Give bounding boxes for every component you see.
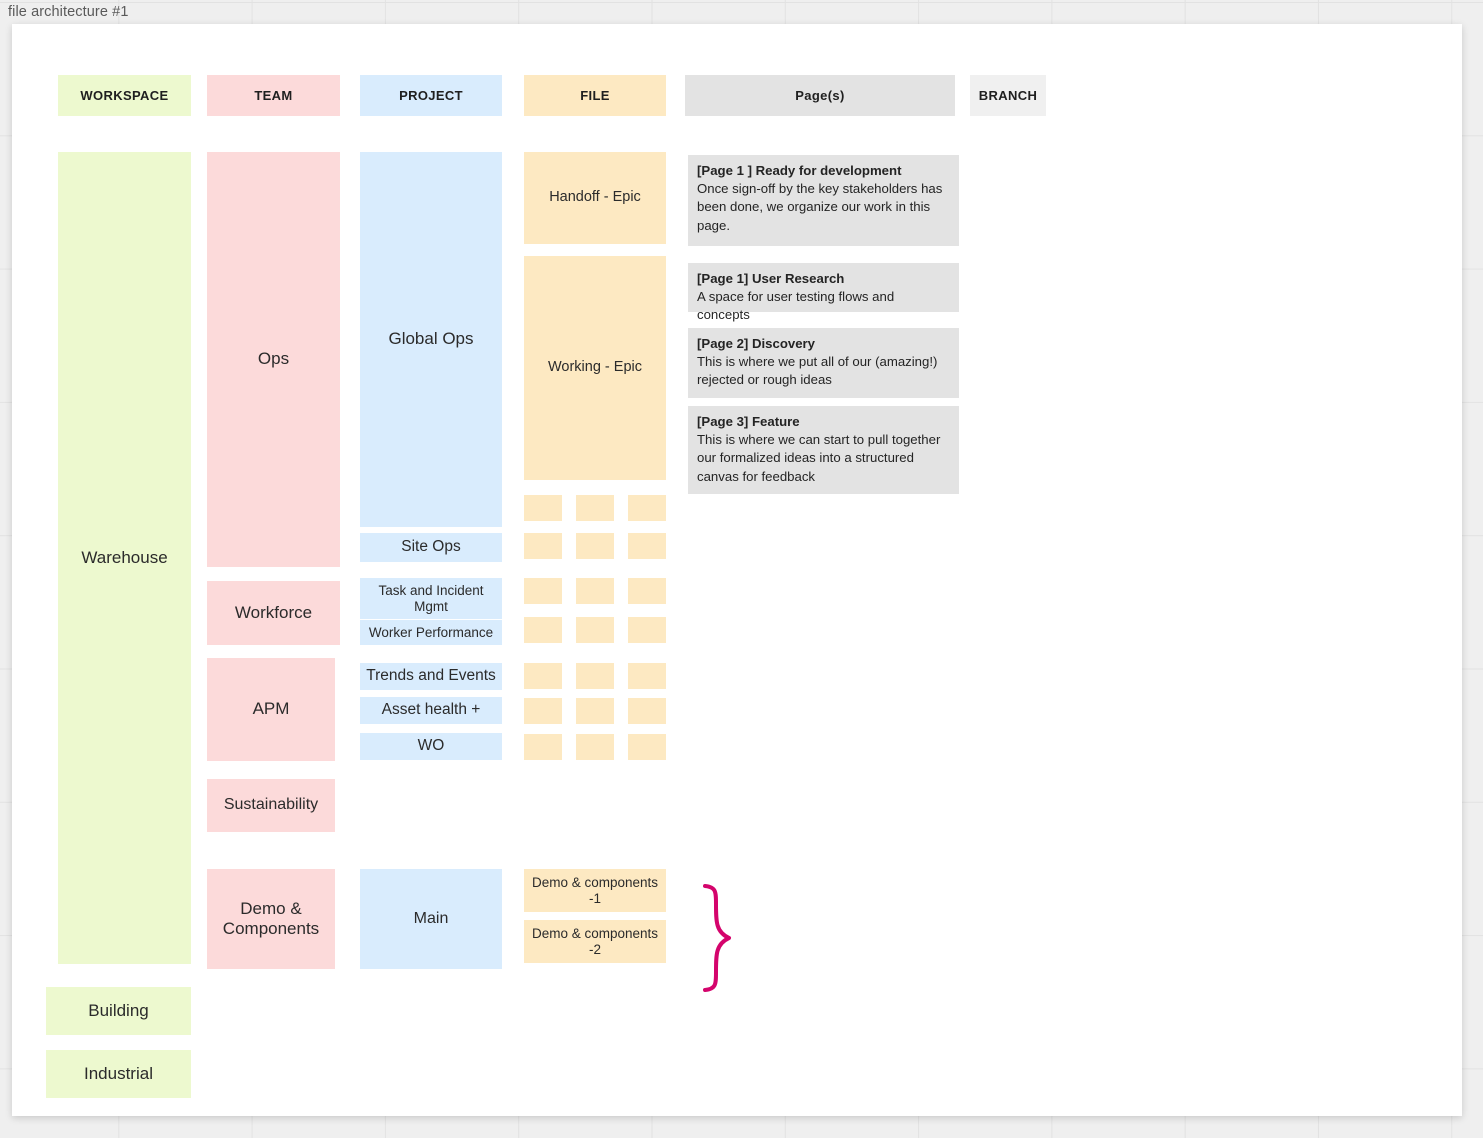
workspace-block-industrial[interactable]: Industrial: [46, 1050, 191, 1098]
workspace-label-warehouse: Warehouse: [81, 547, 168, 567]
page-card-title: [Page 2] Discovery: [697, 336, 816, 351]
column-header-file-label: FILE: [580, 87, 610, 103]
team-block-workforce[interactable]: Workforce: [207, 581, 340, 645]
page-card-feature[interactable]: [Page 3] Feature This is where we can st…: [688, 406, 959, 494]
file-label-working-epic: Working - Epic: [547, 359, 642, 376]
file-block-handoff-epic[interactable]: Handoff - Epic: [524, 152, 666, 244]
page-card-title: [Page 3] Feature: [697, 414, 800, 429]
project-label-global-ops: Global Ops: [388, 329, 474, 349]
column-header-team[interactable]: TEAM: [207, 75, 340, 116]
page-card-body: Once sign-off by the key stakeholders ha…: [697, 181, 943, 233]
workspace-block-building[interactable]: Building: [46, 987, 191, 1035]
project-label-wo: WO: [417, 737, 445, 755]
page-card-body: A space for user testing flows and conce…: [697, 289, 895, 323]
file-label-handoff-epic: Handoff - Epic: [549, 189, 641, 206]
project-block-worker-performance[interactable]: Worker Performance: [360, 620, 502, 645]
page-card-title: [Page 1 ] Ready for development: [697, 163, 902, 178]
file-label-demo-components-2: Demo & components -2: [531, 925, 659, 957]
page-card-body: This is where we can start to pull toget…: [697, 432, 941, 484]
project-label-task-incident-mgmt: Task and Incident Mgmt: [378, 582, 484, 614]
team-label-workforce: Workforce: [234, 602, 313, 622]
file-chip[interactable]: [524, 617, 562, 643]
column-header-project[interactable]: PROJECT: [360, 75, 502, 116]
file-label-demo-components-1: Demo & components -1: [531, 874, 659, 906]
file-chip[interactable]: [576, 663, 614, 689]
file-chip[interactable]: [524, 533, 562, 559]
file-chip[interactable]: [576, 734, 614, 760]
team-label-apm: APM: [252, 699, 290, 719]
file-block-demo-components-1[interactable]: Demo & components -1: [524, 869, 666, 912]
column-header-project-label: PROJECT: [399, 87, 463, 103]
brace-annotation[interactable]: [702, 882, 742, 994]
project-label-worker-performance: Worker Performance: [368, 624, 494, 640]
file-chip[interactable]: [628, 617, 666, 643]
project-block-site-ops[interactable]: Site Ops: [360, 533, 502, 562]
file-chip[interactable]: [524, 734, 562, 760]
column-header-pages-label: Page(s): [795, 87, 845, 103]
workspace-label-building: Building: [88, 1000, 149, 1020]
column-header-pages[interactable]: Page(s): [685, 75, 955, 116]
team-block-demo-components[interactable]: Demo & Components: [207, 869, 335, 969]
project-label-site-ops: Site Ops: [401, 538, 461, 556]
column-header-branch-label: BRANCH: [978, 87, 1038, 103]
team-label-demo-components: Demo & Components: [222, 898, 320, 938]
file-block-demo-components-2[interactable]: Demo & components -2: [524, 920, 666, 963]
frame-card[interactable]: WORKSPACE TEAM PROJECT FILE Page(s) BRAN…: [12, 24, 1462, 1116]
project-block-trends-and-events[interactable]: Trends and Events: [360, 663, 502, 690]
file-chip[interactable]: [524, 698, 562, 724]
file-chip[interactable]: [576, 533, 614, 559]
team-block-apm[interactable]: APM: [207, 658, 335, 761]
page-card-discovery[interactable]: [Page 2] Discovery This is where we put …: [688, 328, 959, 398]
curly-brace-icon: [703, 884, 731, 992]
project-block-main[interactable]: Main: [360, 869, 502, 969]
file-chip[interactable]: [628, 578, 666, 604]
file-chip[interactable]: [628, 698, 666, 724]
page-card-title: [Page 1] User Research: [697, 271, 845, 286]
team-block-ops[interactable]: Ops: [207, 152, 340, 567]
team-label-sustainability: Sustainability: [223, 796, 319, 814]
team-label-ops: Ops: [257, 349, 290, 369]
file-block-working-epic[interactable]: Working - Epic: [524, 256, 666, 480]
project-block-asset-health[interactable]: Asset health +: [360, 697, 502, 724]
team-block-sustainability[interactable]: Sustainability: [207, 779, 335, 832]
file-chip[interactable]: [576, 698, 614, 724]
file-chip[interactable]: [628, 495, 666, 521]
column-header-workspace[interactable]: WORKSPACE: [58, 75, 191, 116]
board-title[interactable]: file architecture #1: [8, 4, 128, 20]
page-card-body: This is where we put all of our (amazing…: [697, 354, 938, 388]
file-chip[interactable]: [628, 533, 666, 559]
column-header-branch[interactable]: BRANCH: [970, 75, 1046, 116]
project-block-global-ops[interactable]: Global Ops: [360, 152, 502, 527]
file-chip[interactable]: [576, 617, 614, 643]
workspace-block-warehouse[interactable]: Warehouse: [58, 152, 191, 964]
file-chip[interactable]: [576, 578, 614, 604]
file-chip[interactable]: [524, 578, 562, 604]
project-block-wo[interactable]: WO: [360, 733, 502, 760]
file-chip[interactable]: [576, 495, 614, 521]
column-header-file[interactable]: FILE: [524, 75, 666, 116]
column-header-workspace-label: WORKSPACE: [80, 87, 169, 103]
page-card-user-research[interactable]: [Page 1] User Research A space for user …: [688, 263, 959, 322]
project-label-trends-and-events: Trends and Events: [366, 667, 496, 685]
file-chip[interactable]: [628, 663, 666, 689]
file-chip[interactable]: [628, 734, 666, 760]
page-card-ready-for-development[interactable]: [Page 1 ] Ready for development Once sig…: [688, 155, 959, 246]
workspace-label-industrial: Industrial: [84, 1063, 153, 1083]
project-label-main: Main: [413, 909, 449, 927]
column-header-team-label: TEAM: [254, 87, 293, 103]
project-block-task-incident-mgmt[interactable]: Task and Incident Mgmt: [360, 578, 502, 619]
file-chip[interactable]: [524, 495, 562, 521]
project-label-asset-health: Asset health +: [381, 701, 481, 719]
file-chip[interactable]: [524, 663, 562, 689]
